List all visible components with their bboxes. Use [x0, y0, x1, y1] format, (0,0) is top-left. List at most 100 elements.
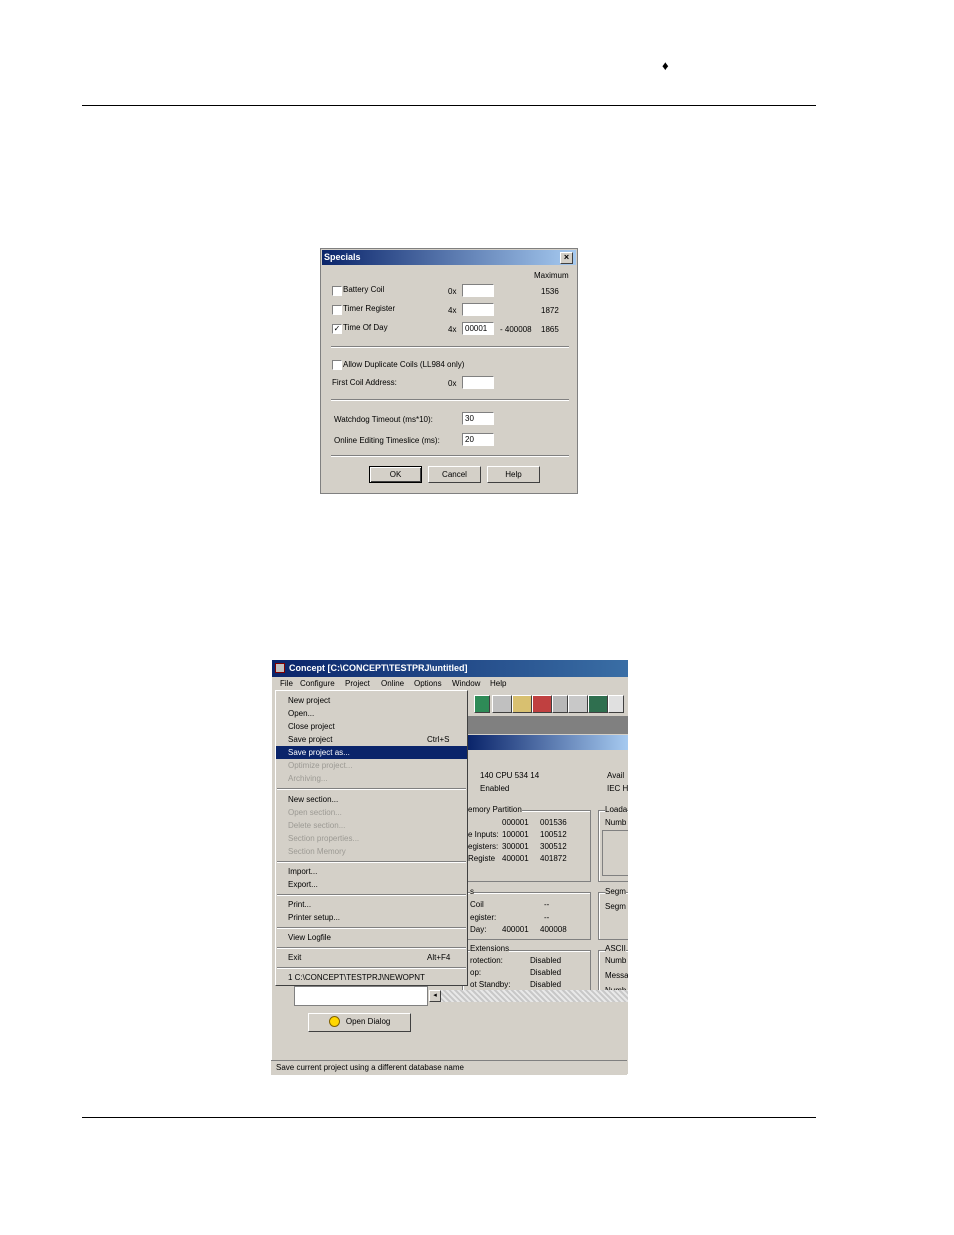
clock-icon [328, 1016, 340, 1028]
memory-partition-title: emory Partition [468, 805, 522, 814]
menu-item-new-section[interactable]: New section... [276, 793, 467, 806]
battery-coil-max: 1536 [541, 287, 559, 296]
menu-online[interactable]: Online [381, 677, 404, 691]
menu-item-save-project[interactable]: Save project Ctrl+S [276, 733, 467, 746]
toolbar [468, 694, 628, 714]
status-bar: Save current project using a different d… [271, 1060, 627, 1075]
menu-window[interactable]: Window [452, 677, 480, 691]
menu-item-recent-file[interactable]: 1 C:\CONCEPT\TESTPRJ\NEWOPNT [276, 971, 467, 984]
timeslice-label: Online Editing Timeslice (ms): [334, 436, 440, 445]
menu-separator [277, 927, 466, 929]
watchdog-label: Watchdog Timeout (ms*10): [334, 415, 433, 424]
battery-coil-field[interactable] [462, 284, 494, 297]
menu-options[interactable]: Options [414, 677, 442, 691]
footer-rule [82, 1117, 816, 1118]
menu-item-new-project[interactable]: New project [276, 694, 467, 707]
menu-project[interactable]: Project [345, 677, 370, 691]
menu-file[interactable]: File [280, 677, 293, 691]
time-of-day-checkbox[interactable]: ✓ [332, 324, 342, 334]
status-text: Save current project using a different d… [276, 1063, 464, 1072]
menu-item-close-project[interactable]: Close project [276, 720, 467, 733]
menu-separator [277, 967, 466, 969]
ascii-title: ASCII [605, 944, 626, 953]
timer-register-max: 1872 [541, 306, 559, 315]
menu-item-export[interactable]: Export... [276, 878, 467, 891]
segment-sub: Segm [605, 902, 626, 911]
menu-item-delete-section: Delete section... [288, 821, 346, 830]
scroll-left-button[interactable]: ◂ [429, 990, 441, 1002]
mem-row-1-a: 100001 [502, 830, 529, 839]
time-of-day-field[interactable]: 00001 [462, 322, 494, 335]
toolbar-button[interactable] [492, 695, 512, 713]
open-dialog-label: Open Dialog [345, 1017, 391, 1026]
spec-row-2-label: Day: [470, 925, 487, 934]
ascii-sub-1: Numb [605, 956, 627, 965]
time-of-day-max: 1865 [541, 325, 559, 334]
ext-row-2-label: ot Standby: [470, 980, 511, 989]
menu-item-exit[interactable]: Exit Alt+F4 [276, 951, 467, 964]
spec-row-0-b: -- [544, 900, 550, 909]
menu-item-optimize-project: Optimize project... [288, 761, 353, 770]
timer-register-field[interactable] [462, 303, 494, 316]
menu-item-print[interactable]: Print... [276, 898, 467, 911]
ext-row-1-label: op: [470, 968, 482, 977]
dialog-title: Specials [324, 252, 361, 262]
menu-item-printer-setup[interactable]: Printer setup... [276, 911, 467, 924]
watchdog-field[interactable]: 30 [462, 412, 494, 425]
menu-item-view-logfile[interactable]: View Logfile [276, 931, 467, 944]
specials-dialog: Specials × Maximum Battery Coil 0x 1536 … [320, 248, 578, 494]
timer-register-label: Timer Register [343, 304, 396, 313]
dialog-title-bar: Specials × [322, 250, 576, 265]
toolbar-button[interactable] [552, 695, 568, 713]
mem-row-3-label: Registe [468, 854, 496, 863]
child-title-bar [468, 735, 628, 750]
timeslice-field[interactable]: 20 [462, 433, 494, 446]
ok-button[interactable]: OK [369, 466, 422, 483]
menu-help[interactable]: Help [490, 677, 506, 691]
ext-row-0-label: rotection: [470, 956, 503, 965]
allow-duplicate-checkbox[interactable] [332, 360, 342, 370]
menu-item-open[interactable]: Open... [276, 707, 467, 720]
help-button[interactable]: Help [487, 466, 540, 483]
first-coil-field[interactable] [462, 376, 494, 389]
mem-row-3-b: 401872 [540, 854, 567, 863]
battery-coil-prefix: 0x [448, 287, 457, 296]
mem-row-1-label: e Inputs: [468, 830, 499, 839]
spec-row-2-b: 400008 [540, 925, 567, 934]
toolbar-button[interactable] [474, 695, 490, 713]
menu-item-save-project-as[interactable]: Save project as... [276, 746, 467, 759]
mem-row-2-b: 300512 [540, 842, 567, 851]
horizontal-scrollbar[interactable] [429, 990, 628, 1002]
separator [331, 346, 569, 348]
time-of-day-range: - 400008 [500, 325, 532, 334]
menu-separator [277, 947, 466, 949]
avail-label: Avail [607, 771, 625, 780]
extensions-title: Extensions [470, 944, 510, 953]
cancel-button[interactable]: Cancel [428, 466, 481, 483]
spec-row-1-label: egister: [470, 913, 497, 922]
segment-group [598, 892, 628, 940]
header-bullet: ♦ [662, 58, 669, 73]
menu-item-import[interactable]: Import... [276, 865, 467, 878]
toolbar-button[interactable] [608, 695, 624, 713]
spec-row-0-label: Coil [470, 900, 484, 909]
toolbar-button[interactable] [568, 695, 588, 713]
log-list-box[interactable] [294, 986, 428, 1006]
window-title: Concept [C:\CONCEPT\TESTPRJ\untitled] [289, 663, 468, 673]
toolbar-button[interactable] [512, 695, 532, 713]
segment-title: Segm [605, 887, 626, 896]
close-icon[interactable]: × [560, 252, 573, 264]
battery-coil-checkbox[interactable] [332, 286, 342, 296]
ascii-sub-2: Messa [605, 971, 628, 980]
open-dialog-button[interactable]: Open Dialog [308, 1013, 411, 1032]
toolbar-button[interactable] [588, 695, 608, 713]
menu-configure[interactable]: Configure [300, 677, 335, 691]
mdi-gray-area [468, 716, 628, 734]
menu-item-section-memory: Section Memory [288, 847, 346, 856]
time-of-day-prefix: 4x [448, 325, 457, 334]
mem-row-1-b: 100512 [540, 830, 567, 839]
timer-register-checkbox[interactable] [332, 305, 342, 315]
toolbar-button[interactable] [532, 695, 552, 713]
loadable-list [602, 830, 628, 876]
menu-item-section-properties: Section properties... [288, 834, 360, 843]
